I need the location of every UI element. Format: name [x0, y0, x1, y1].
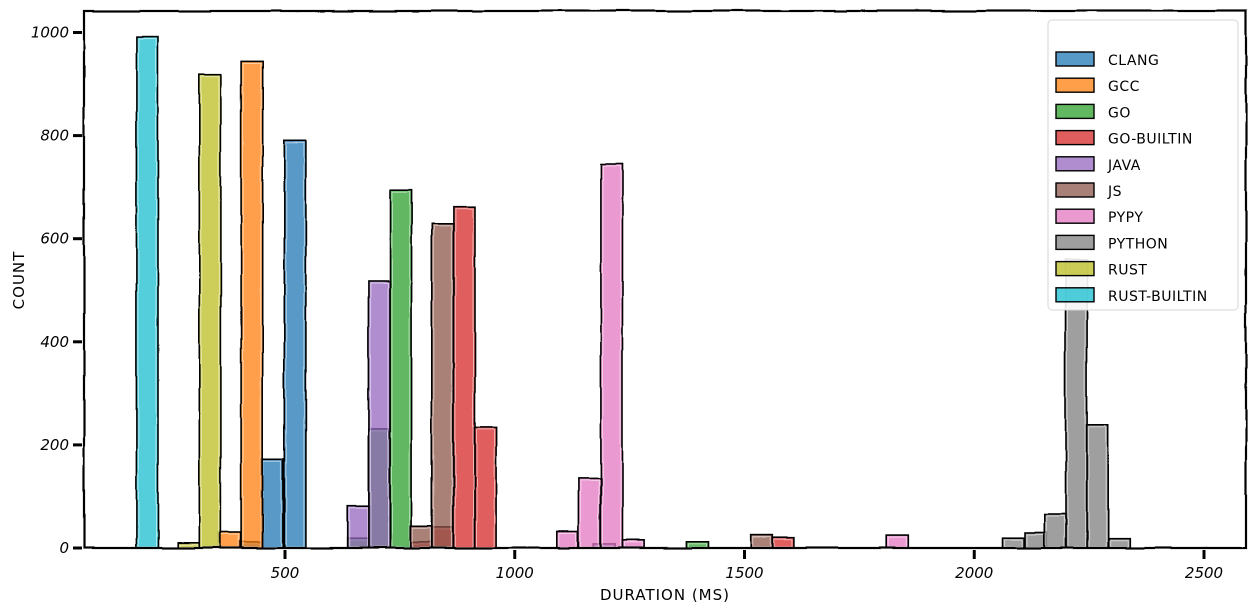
legend-swatch-clang [1055, 51, 1095, 67]
y-tick-label: 600 [40, 230, 69, 248]
bar-python-2 [1043, 513, 1067, 549]
legend-label-go-builtin: GO-BUILTIN [1108, 132, 1193, 148]
x-tick-label: 2000 [955, 564, 993, 582]
legend-label-rust-builtin: RUST-BUILTIN [1108, 289, 1208, 305]
bar-python-4 [1085, 424, 1109, 549]
bar-pypy-2 [600, 163, 624, 549]
bar-rust-1 [198, 72, 222, 549]
legend: CLANG GCC GO GO-BUILTIN JAVA JS PYPY PYTHON RUST… [1047, 19, 1239, 311]
bar-go-2 [389, 188, 413, 549]
legend-label-js: JS [1107, 184, 1122, 200]
bar-go-builtin-2 [452, 205, 476, 549]
bar-clang-2 [283, 140, 307, 549]
y-tick-label: 1000 [31, 24, 69, 42]
legend-swatch-rust-builtin [1055, 287, 1095, 303]
legend-swatch-python [1055, 234, 1095, 251]
bar-clang-1 [260, 458, 284, 549]
legend-label-go: GO [1108, 105, 1131, 121]
x-tick-label: 1000 [496, 564, 534, 582]
x-tick-label: 1500 [725, 564, 763, 582]
legend-swatch-gcc [1055, 77, 1095, 93]
bar-gcc-1 [240, 60, 264, 549]
legend-swatch-js [1055, 182, 1095, 198]
bar-js-1 [430, 223, 455, 549]
bar-java-1 [367, 280, 391, 549]
legend-label-java: JAVA [1107, 158, 1141, 174]
legend-label-gcc: GCC [1108, 79, 1140, 95]
legend-label-pypy: PYPY [1108, 210, 1143, 226]
y-tick-label: 400 [40, 333, 69, 351]
y-tick-label: 200 [40, 436, 69, 454]
legend-swatch-go-builtin [1055, 129, 1095, 146]
bar-pypy-1 [578, 477, 602, 549]
legend-swatch-pypy [1055, 208, 1095, 224]
legend-label-python: PYTHON [1108, 236, 1168, 252]
bar-rust-builtin-0 [135, 35, 159, 549]
y-axis-label: COUNT [10, 251, 28, 310]
histogram-chart: 500 1000 1500 2000 2500 0 200 400 600 800 1000 DUR… [10, 9, 1248, 604]
legend-swatch-java [1055, 156, 1095, 172]
legend-label-rust: RUST [1108, 263, 1147, 279]
legend-swatch-rust [1055, 260, 1095, 277]
bar-js-0 [409, 525, 434, 549]
legend-label-clang: CLANG [1108, 53, 1159, 69]
legend-swatch-go [1055, 103, 1095, 120]
x-tick-label: 2500 [1185, 564, 1223, 582]
x-tick-label: 500 [271, 564, 300, 582]
y-tick-label: 800 [40, 127, 69, 145]
bar-go-builtin-3 [473, 427, 497, 549]
x-axis-label: DURATION (MS) [600, 586, 730, 604]
bars-layer [135, 35, 1132, 549]
y-tick-label: 0 [59, 539, 69, 557]
bar-java-0 [346, 504, 371, 549]
